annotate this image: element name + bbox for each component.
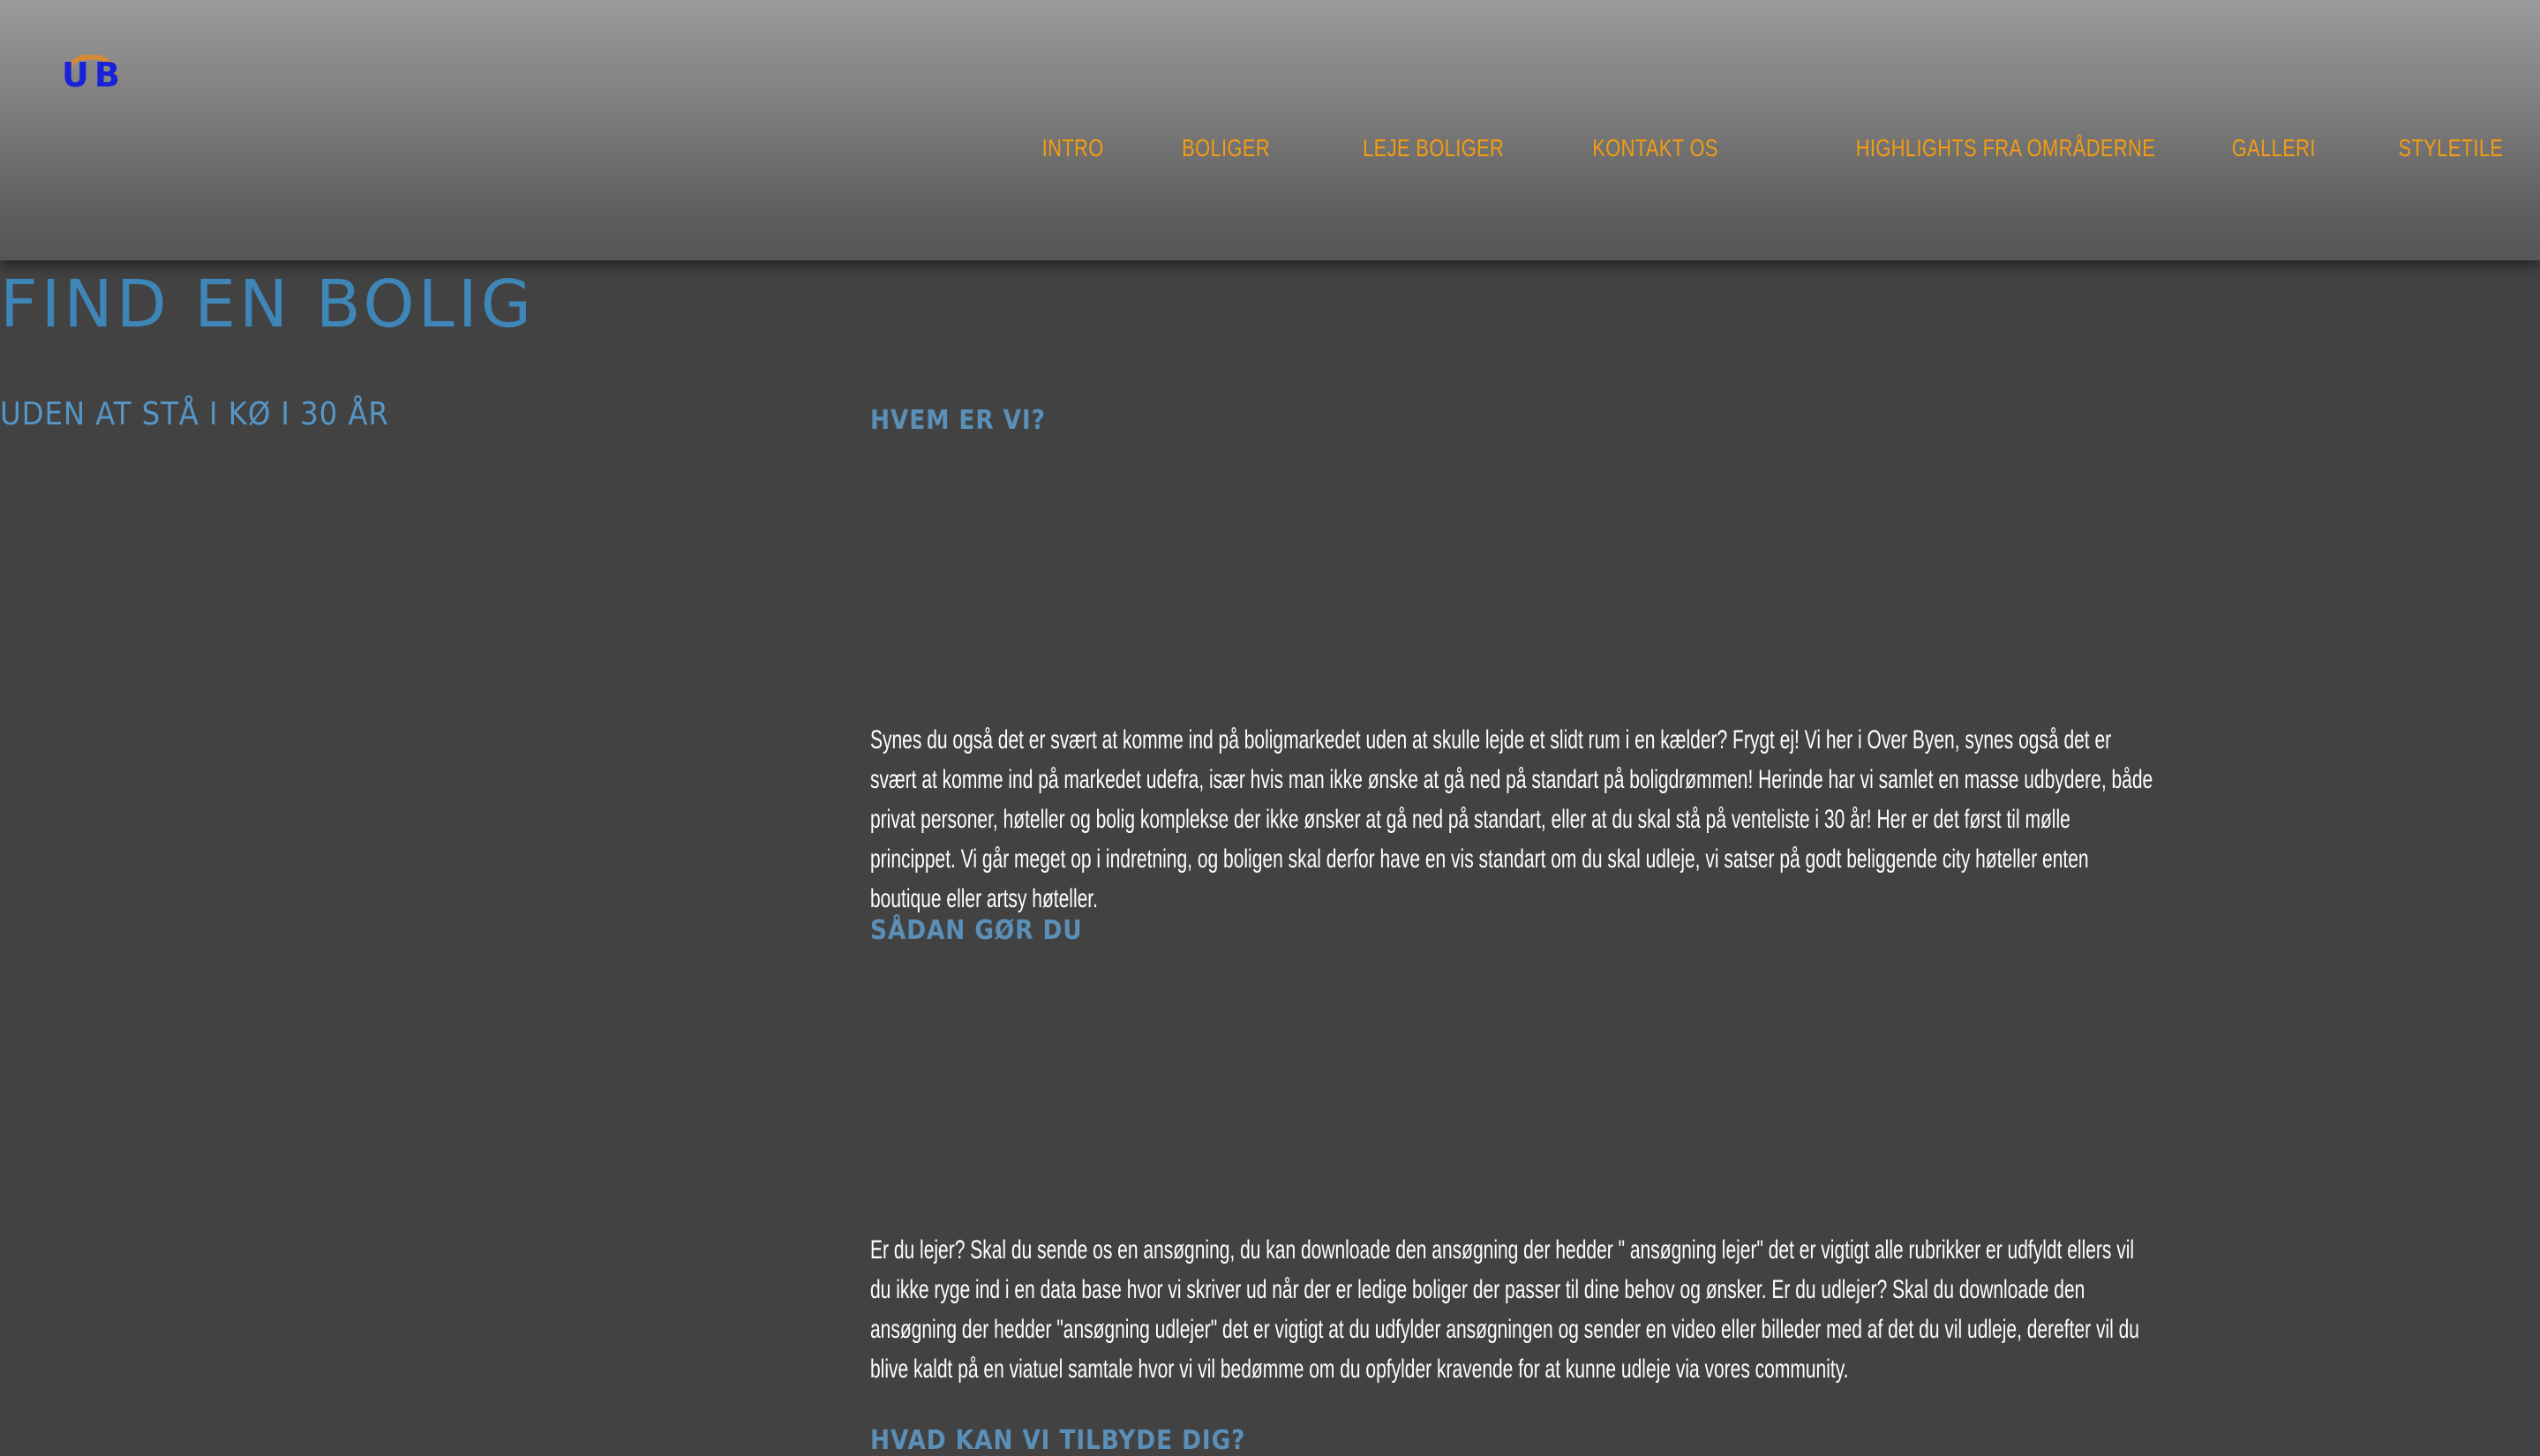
nav-item-highlights[interactable]: HIGHLIGHTS FRA OMRÅDERNE: [1855, 134, 2154, 162]
logo-text: UB: [62, 56, 125, 94]
nav-item-galleri[interactable]: GALLERI: [2232, 134, 2316, 162]
nav-item-leje-boliger[interactable]: LEJE BOLIGER: [1363, 134, 1504, 162]
page-title: Find en bolig: [0, 266, 535, 342]
section-heading-hvem-er-vi: Hvem er vi?: [870, 405, 1046, 436]
nav-item-boliger[interactable]: BOLIGER: [1182, 134, 1270, 162]
site-logo[interactable]: UB: [58, 51, 127, 97]
section-heading-hvad-kan-vi-tilbyde: Hvad kan vi tilbyde dig?: [870, 1425, 1246, 1456]
nav-item-kontakt-os[interactable]: KONTAKT OS: [1592, 134, 1718, 162]
section-body-sadan-gor-du: Er du lejer? Skal du sende os en ansøgni…: [870, 1235, 2139, 1384]
section-body-hvem-er-vi: Synes du også det er svært at komme ind …: [870, 725, 2153, 913]
site-header: UB INTRO BOLIGER LEJE BOLIGER KONTAKT OS…: [0, 0, 2540, 260]
nav-item-intro[interactable]: INTRO: [1042, 134, 1104, 162]
page-subtitle: Uden at stå i kø i 30 år: [0, 396, 389, 432]
main-nav: INTRO BOLIGER LEJE BOLIGER KONTAKT OS HI…: [972, 134, 2503, 162]
nav-item-styletile[interactable]: STYLETILE: [2398, 134, 2503, 162]
section-heading-sadan-gor-du: Sådan gør du: [870, 915, 1083, 946]
